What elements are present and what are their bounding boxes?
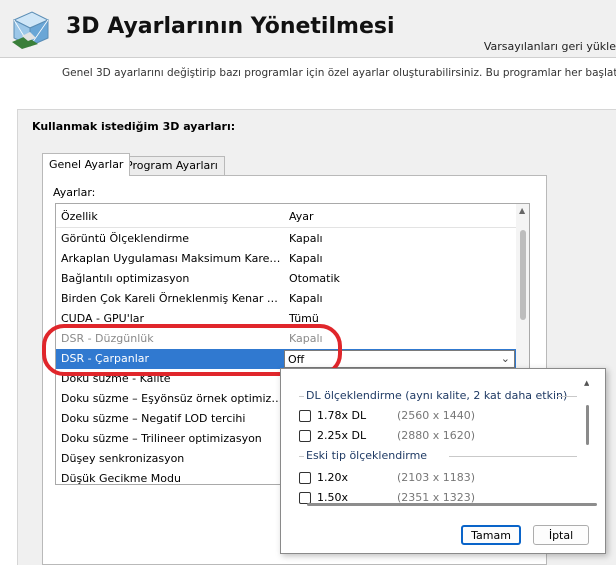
ok-button[interactable]: Tamam [461, 525, 521, 545]
scroll-up-icon[interactable]: ▲ [519, 206, 525, 215]
row-feature: Arkaplan Uygulaması Maksimum Kare Hızı [61, 252, 283, 265]
group-title-dl-scaling: DL ölçeklendirme (aynı kalite, 2 kat dah… [306, 389, 568, 402]
option-2-25x-dl[interactable]: 2.25x DL (2880 x 1620) [299, 427, 589, 445]
scrollbar-thumb[interactable] [520, 230, 526, 320]
popup-horizontal-scrollbar[interactable] [307, 503, 597, 506]
row-feature: Bağlantılı optimizasyon [61, 272, 190, 285]
row-feature: Düşey senkronizasyon [61, 452, 185, 465]
row-setting: Kapalı [289, 332, 323, 345]
scroll-up-icon[interactable]: ▲ [584, 379, 589, 387]
tab-program-settings[interactable]: Program Ayarları [119, 156, 225, 175]
group-divider [557, 396, 577, 397]
row-feature: Doku süzme – Eşyönsüz örnek optimizasyon… [61, 392, 283, 405]
option-label: 1.78x DL [317, 409, 367, 422]
row-feature: Doku süzme - Kalite [61, 372, 171, 385]
row-setting: Otomatik [289, 272, 340, 285]
table-row[interactable]: Görüntü Ölçeklendirme Kapalı [56, 229, 516, 249]
restore-defaults-link[interactable]: Varsayılanları geri yükle [484, 40, 616, 53]
checkbox[interactable] [299, 410, 311, 422]
panel-title: Kullanmak istediğim 3D ayarları: [32, 120, 236, 133]
option-label: 1.20x [317, 471, 349, 484]
option-label: 2.25x DL [317, 429, 367, 442]
checkbox[interactable] [299, 472, 311, 484]
option-1-20x[interactable]: 1.20x (2103 x 1183) [299, 469, 589, 487]
group-divider [299, 456, 304, 457]
option-1-78x-dl[interactable]: 1.78x DL (2560 x 1440) [299, 407, 589, 425]
table-row[interactable]: Birden Çok Kareli Örneklenmiş Kenar Yumu… [56, 289, 516, 309]
row-feature: Görüntü Ölçeklendirme [61, 232, 190, 245]
option-resolution: (2103 x 1183) [397, 471, 476, 484]
option-resolution: (2560 x 1440) [397, 409, 476, 422]
page-title: 3D Ayarlarının Yönetilmesi [66, 14, 395, 39]
3d-cube-logo-icon [12, 11, 50, 49]
chevron-down-icon[interactable]: ⌄ [501, 352, 510, 365]
row-feature: DSR - Çarpanlar [61, 352, 150, 365]
group-title-legacy-scaling: Eski tip ölçeklendirme [306, 449, 428, 462]
column-header-setting: Ayar [289, 210, 314, 223]
page-header: 3D Ayarlarının Yönetilmesi Varsayılanlar… [0, 0, 616, 58]
table-row[interactable]: Arkaplan Uygulaması Maksimum Kare Hızı K… [56, 249, 516, 269]
table-row[interactable]: CUDA - GPU'lar Tümü [56, 309, 516, 329]
page-description: Genel 3D ayarlarını değiştirip bazı prog… [62, 67, 616, 79]
table-row[interactable]: Bağlantılı optimizasyon Otomatik [56, 269, 516, 289]
row-feature: Doku süzme – Trilineer optimizasyon [61, 432, 262, 445]
cancel-button[interactable]: İptal [533, 525, 589, 545]
scrollbar-thumb[interactable] [586, 405, 589, 445]
multipliers-popup: DL ölçeklendirme (aynı kalite, 2 kat dah… [280, 368, 606, 554]
row-feature: Birden Çok Kareli Örneklenmiş Kenar Yumu… [61, 292, 283, 305]
group-divider [449, 456, 577, 457]
list-header: Özellik Ayar [56, 204, 516, 228]
table-row[interactable]: DSR - Düzgünlük Kapalı [56, 329, 516, 349]
row-setting: Tümü [289, 312, 319, 325]
row-feature: CUDA - GPU'lar [61, 312, 145, 325]
row-setting: Kapalı [289, 252, 323, 265]
tab-global-settings[interactable]: Genel Ayarlar [42, 153, 131, 176]
multipliers-options: DL ölçeklendirme (aynı kalite, 2 kat dah… [289, 377, 589, 505]
row-setting: Kapalı [289, 292, 323, 305]
row-feature: DSR - Düzgünlük [61, 332, 154, 345]
row-feature: Düşük Gecikme Modu [61, 472, 181, 485]
checkbox[interactable] [299, 430, 311, 442]
row-feature: Doku süzme – Negatif LOD tercihi [61, 412, 246, 425]
column-header-feature: Özellik [61, 210, 98, 223]
option-resolution: (2880 x 1620) [397, 429, 476, 442]
multipliers-dropdown[interactable]: Off ⌄ [284, 350, 515, 368]
popup-scrollbar[interactable]: ▲ [584, 379, 589, 499]
row-setting: Kapalı [289, 232, 323, 245]
dropdown-value: Off [288, 353, 305, 366]
group-divider [299, 396, 304, 397]
table-row-selected[interactable]: DSR - Çarpanlar Off ⌄ [56, 349, 516, 369]
settings-label: Ayarlar: [53, 186, 96, 199]
